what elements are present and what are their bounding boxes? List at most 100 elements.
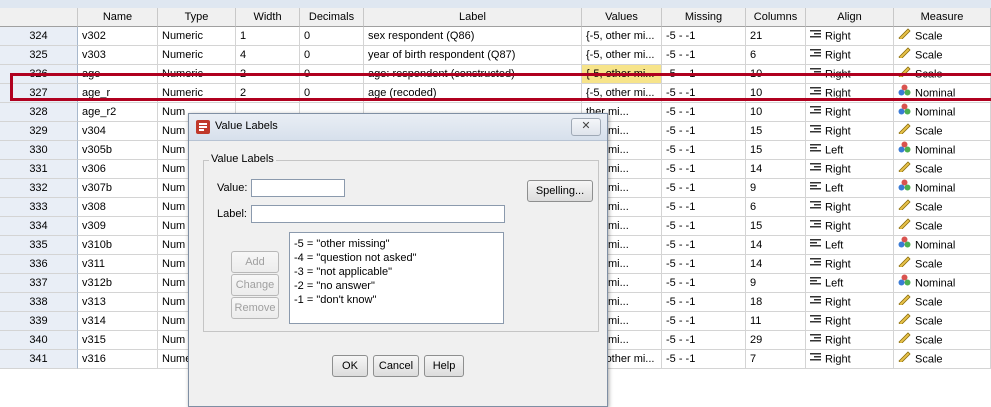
header-label[interactable]: Label <box>364 8 582 27</box>
cell-measure[interactable]: Scale <box>894 312 991 331</box>
cell-width[interactable]: 2 <box>236 84 300 103</box>
cell-measure[interactable]: Scale <box>894 255 991 274</box>
list-item[interactable]: -2 = "no answer" <box>294 279 375 293</box>
table-row[interactable]: 327 age_r Numeric 2 0 age (recoded) {-5, other… <box>0 84 991 103</box>
cell-measure[interactable]: Scale <box>894 27 991 46</box>
cell-align[interactable]: Right <box>806 312 894 331</box>
cell-type[interactable]: Numeric <box>158 46 236 65</box>
cell-align[interactable]: Right <box>806 198 894 217</box>
cell-name[interactable]: v315 <box>78 331 158 350</box>
cell-align[interactable]: Right <box>806 122 894 141</box>
cell-columns[interactable]: 9 <box>746 179 806 198</box>
header-measure[interactable]: Measure <box>894 8 991 27</box>
label-input[interactable] <box>251 205 505 223</box>
cell-missing[interactable]: -5 - -1 <box>662 350 746 369</box>
cell-name[interactable]: v312b <box>78 274 158 293</box>
cell-columns[interactable]: 11 <box>746 312 806 331</box>
cell-measure[interactable]: Nominal <box>894 236 991 255</box>
cell-align[interactable]: Right <box>806 103 894 122</box>
list-item[interactable]: -5 = "other missing" <box>294 237 390 251</box>
cancel-button[interactable]: Cancel <box>373 355 419 377</box>
cell-align[interactable]: Right <box>806 293 894 312</box>
cell-label[interactable]: sex respondent (Q86) <box>364 27 582 46</box>
header-missing[interactable]: Missing <box>662 8 746 27</box>
cell-missing[interactable]: -5 - -1 <box>662 27 746 46</box>
cell-values[interactable]: {-5, other mi... <box>582 46 662 65</box>
cell-columns[interactable]: 14 <box>746 255 806 274</box>
cell-decimals[interactable]: 0 <box>300 65 364 84</box>
cell-columns[interactable]: 15 <box>746 217 806 236</box>
cell-align[interactable]: Right <box>806 65 894 84</box>
list-item[interactable]: -3 = "not applicable" <box>294 265 392 279</box>
remove-button[interactable]: Remove <box>231 297 279 319</box>
cell-align[interactable]: Right <box>806 255 894 274</box>
cell-name[interactable]: v303 <box>78 46 158 65</box>
list-item[interactable]: -4 = "question not asked" <box>294 251 416 265</box>
cell-align[interactable]: Left <box>806 179 894 198</box>
cell-name[interactable]: v314 <box>78 312 158 331</box>
cell-missing[interactable]: -5 - -1 <box>662 141 746 160</box>
cell-measure[interactable]: Scale <box>894 331 991 350</box>
cell-decimals[interactable]: 0 <box>300 84 364 103</box>
cell-measure[interactable]: Nominal <box>894 179 991 198</box>
cell-missing[interactable]: -5 - -1 <box>662 236 746 255</box>
cell-label[interactable]: age: respondent (constructed) <box>364 65 582 84</box>
cell-decimals[interactable]: 0 <box>300 46 364 65</box>
table-row[interactable]: 326 age Numeric 2 0 age: respondent (construc… <box>0 65 991 84</box>
cell-label[interactable]: year of birth respondent (Q87) <box>364 46 582 65</box>
cell-align[interactable]: Left <box>806 274 894 293</box>
table-row[interactable]: 325 v303 Numeric 4 0 year of birth respondent… <box>0 46 991 65</box>
header-columns[interactable]: Columns <box>746 8 806 27</box>
cell-measure[interactable]: Scale <box>894 350 991 369</box>
cell-align[interactable]: Right <box>806 27 894 46</box>
cell-values[interactable]: {-5, other mi... <box>582 65 662 84</box>
value-labels-list[interactable]: -5 = "other missing" -4 = "question not … <box>289 232 504 324</box>
cell-measure[interactable]: Scale <box>894 198 991 217</box>
cell-align[interactable]: Right <box>806 84 894 103</box>
cell-columns[interactable]: 6 <box>746 198 806 217</box>
cell-columns[interactable]: 10 <box>746 103 806 122</box>
cell-missing[interactable]: -5 - -1 <box>662 198 746 217</box>
header-type[interactable]: Type <box>158 8 236 27</box>
cell-align[interactable]: Right <box>806 160 894 179</box>
cell-name[interactable]: v310b <box>78 236 158 255</box>
cell-name[interactable]: v302 <box>78 27 158 46</box>
cell-name[interactable]: v306 <box>78 160 158 179</box>
cell-columns[interactable]: 10 <box>746 65 806 84</box>
header-width[interactable]: Width <box>236 8 300 27</box>
cell-missing[interactable]: -5 - -1 <box>662 255 746 274</box>
cell-align[interactable]: Right <box>806 46 894 65</box>
cell-align[interactable]: Right <box>806 350 894 369</box>
cell-columns[interactable]: 14 <box>746 236 806 255</box>
ok-button[interactable]: OK <box>332 355 368 377</box>
cell-width[interactable]: 1 <box>236 27 300 46</box>
cell-measure[interactable]: Scale <box>894 46 991 65</box>
cell-name[interactable]: age <box>78 65 158 84</box>
cell-measure[interactable]: Scale <box>894 293 991 312</box>
cell-missing[interactable]: -5 - -1 <box>662 122 746 141</box>
spelling-button[interactable]: Spelling... <box>527 180 593 202</box>
cell-align[interactable]: Right <box>806 217 894 236</box>
dialog-titlebar[interactable]: Value Labels ✕ <box>189 114 607 141</box>
cell-missing[interactable]: -5 - -1 <box>662 331 746 350</box>
cell-columns[interactable]: 29 <box>746 331 806 350</box>
cell-measure[interactable]: Scale <box>894 217 991 236</box>
cell-measure[interactable]: Nominal <box>894 84 991 103</box>
cell-values[interactable]: {-5, other mi... <box>582 84 662 103</box>
cell-measure[interactable]: Nominal <box>894 103 991 122</box>
cell-type[interactable]: Numeric <box>158 84 236 103</box>
cell-missing[interactable]: -5 - -1 <box>662 217 746 236</box>
cell-missing[interactable]: -5 - -1 <box>662 160 746 179</box>
header-name[interactable]: Name <box>78 8 158 27</box>
cell-name[interactable]: age_r <box>78 84 158 103</box>
cell-name[interactable]: v309 <box>78 217 158 236</box>
cell-columns[interactable]: 6 <box>746 46 806 65</box>
list-item[interactable]: -1 = "don't know" <box>294 293 376 307</box>
cell-missing[interactable]: -5 - -1 <box>662 84 746 103</box>
cell-name[interactable]: v307b <box>78 179 158 198</box>
cell-measure[interactable]: Scale <box>894 160 991 179</box>
cell-measure[interactable]: Nominal <box>894 274 991 293</box>
cell-missing[interactable]: -5 - -1 <box>662 274 746 293</box>
cell-align[interactable]: Left <box>806 236 894 255</box>
cell-missing[interactable]: -5 - -1 <box>662 46 746 65</box>
